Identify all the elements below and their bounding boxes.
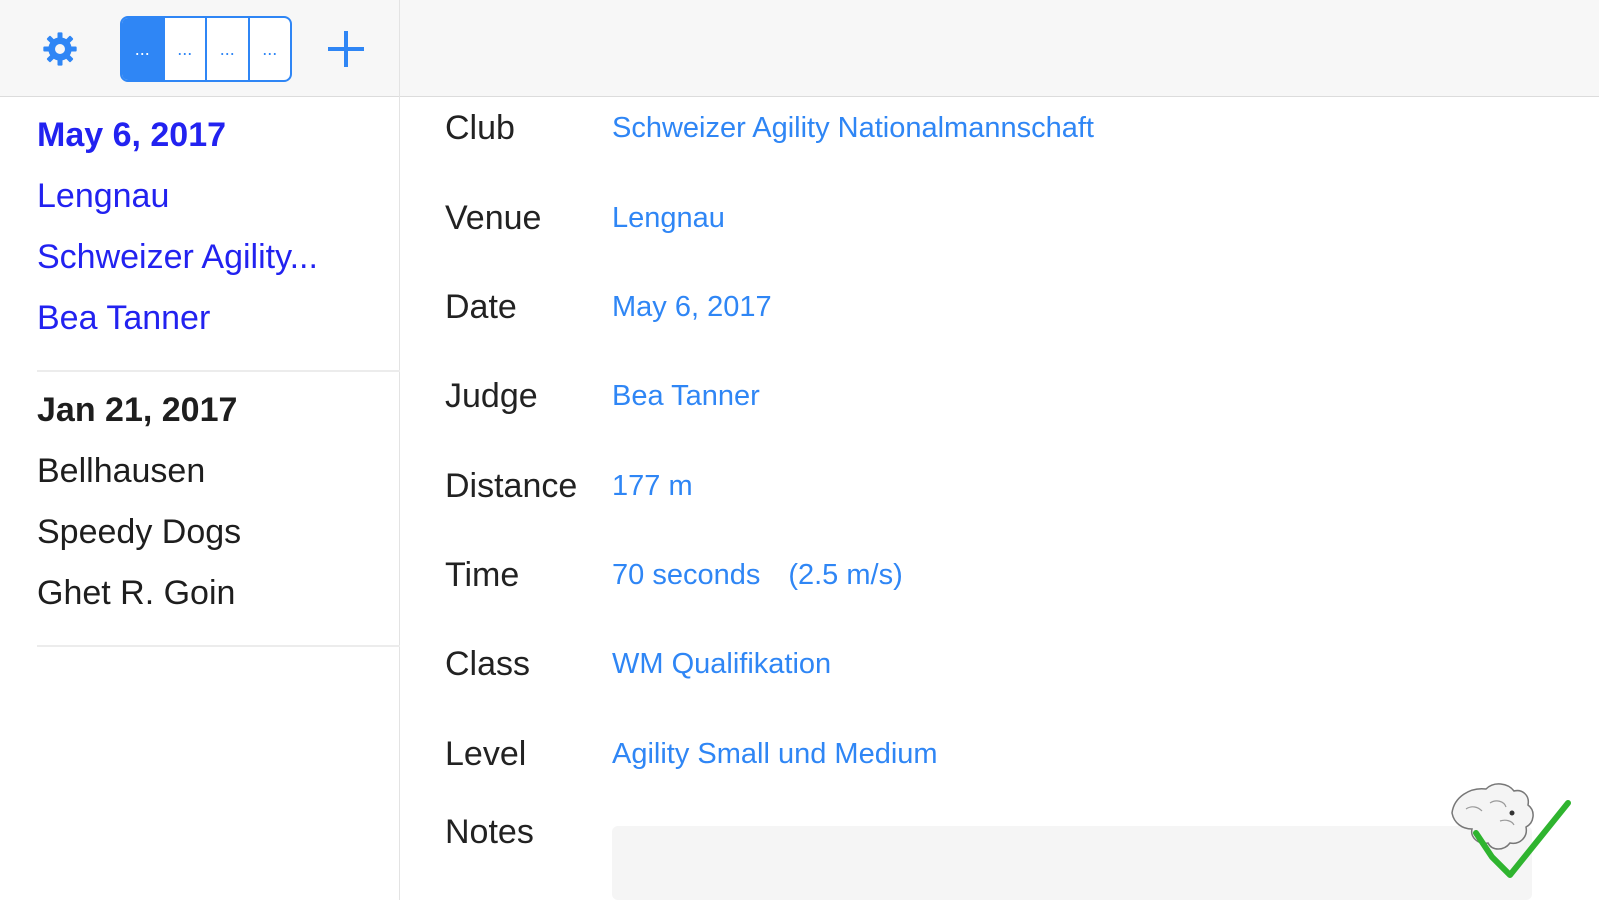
detail-row-date: Date May 6, 2017 <box>400 277 1599 337</box>
date-label: Date <box>445 288 517 326</box>
entry-date: May 6, 2017 <box>37 116 227 154</box>
segment-4[interactable]: ... <box>247 18 291 80</box>
time-value-group[interactable]: 70 seconds (2.5 m/s) <box>612 545 903 605</box>
detail-row-level: Level Agility Small und Medium <box>400 724 1599 784</box>
distance-value[interactable]: 177 m <box>612 456 693 516</box>
segment-3[interactable]: ... <box>205 18 248 80</box>
detail-row-distance: Distance 177 m <box>400 456 1599 516</box>
entry-date: Jan 21, 2017 <box>37 391 238 429</box>
entry-venue: Lengnau <box>37 177 170 215</box>
detail-row-judge: Judge Bea Tanner <box>400 366 1599 426</box>
level-label: Level <box>445 735 527 773</box>
club-value[interactable]: Schweizer Agility Nationalmannschaft <box>612 98 1094 158</box>
entry-judge: Bea Tanner <box>37 299 211 337</box>
segment-1[interactable]: ... <box>122 18 163 80</box>
club-label: Club <box>445 109 515 147</box>
judge-label: Judge <box>445 377 538 415</box>
distance-label: Distance <box>445 467 578 505</box>
detail-row-venue: Venue Lengnau <box>400 188 1599 248</box>
speed-value: (2.5 m/s) <box>788 559 903 591</box>
entry-club: Schweizer Agility... <box>37 238 318 276</box>
notes-label: Notes <box>445 813 534 851</box>
view-segmented-control: ... ... ... ... <box>120 16 292 82</box>
list-item[interactable]: Jan 21, 2017 Bellhausen Speedy Dogs Ghet… <box>37 380 400 624</box>
gear-icon[interactable] <box>40 29 80 69</box>
list-divider <box>37 370 400 372</box>
segment-2[interactable]: ... <box>162 18 206 80</box>
toolbar-left-pane: ... ... ... ... <box>0 0 400 97</box>
venue-value[interactable]: Lengnau <box>612 188 725 248</box>
detail-row-time: Time 70 seconds (2.5 m/s) <box>400 545 1599 605</box>
entry-club: Speedy Dogs <box>37 513 242 551</box>
plus-icon[interactable] <box>325 28 367 70</box>
dog-checkmark-icon <box>1451 783 1571 878</box>
toolbar: ... ... ... ... <box>0 0 1599 97</box>
level-value[interactable]: Agility Small und Medium <box>612 724 938 784</box>
entry-venue: Bellhausen <box>37 452 206 490</box>
judge-value[interactable]: Bea Tanner <box>612 366 760 426</box>
notes-field[interactable] <box>612 826 1532 900</box>
trial-detail: Club Schweizer Agility Nationalmannschaf… <box>400 97 1599 900</box>
time-value: 70 seconds <box>612 559 761 591</box>
class-value[interactable]: WM Qualifikation <box>612 634 831 694</box>
detail-row-club: Club Schweizer Agility Nationalmannschaf… <box>400 98 1599 158</box>
list-item[interactable]: May 6, 2017 Lengnau Schweizer Agility...… <box>37 105 400 349</box>
time-label: Time <box>445 556 520 594</box>
list-divider <box>37 645 400 647</box>
venue-label: Venue <box>445 199 542 237</box>
class-label: Class <box>445 645 531 683</box>
date-value[interactable]: May 6, 2017 <box>612 277 772 337</box>
trial-list: May 6, 2017 Lengnau Schweizer Agility...… <box>0 97 400 900</box>
entry-judge: Ghet R. Goin <box>37 574 236 612</box>
detail-row-class: Class WM Qualifikation <box>400 634 1599 694</box>
